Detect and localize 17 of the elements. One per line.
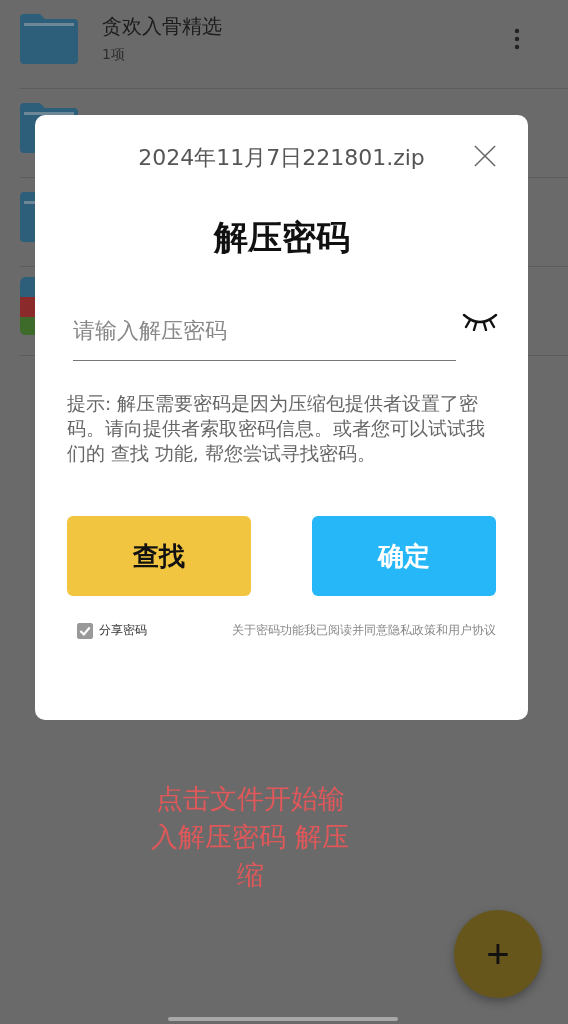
hint-text: 提示: 解压需要密码是因为压缩包提供者设置了密码。请向提供者索取密码信息。或者您可以试试我们的 查找 功能, 帮您尝试寻找密码。 (67, 392, 486, 466)
folder-name: 贪欢入骨精选 (102, 12, 223, 40)
file-name: 2024年11月7日221801.zip (138, 144, 425, 172)
folder-icon (20, 14, 78, 64)
more-icon[interactable] (514, 28, 520, 50)
closed-eye-icon[interactable] (462, 311, 498, 331)
share-label: 分享密码 (99, 622, 147, 639)
item-count: 1项 (102, 45, 126, 64)
confirm-button[interactable]: 确定 (312, 516, 496, 596)
add-button[interactable]: + (454, 910, 542, 998)
find-button[interactable]: 查找 (67, 516, 251, 596)
password-field[interactable]: 请输入解压密码 (73, 301, 456, 361)
dialog-title: 解压密码 (212, 216, 351, 259)
close-icon[interactable] (474, 145, 496, 167)
caption-text: 点击文件开始输入解压密码 解压缩 (150, 782, 350, 892)
share-checkbox[interactable] (77, 622, 93, 639)
agreement-text: 关于密码功能我已阅读并同意隐私政策和用户协议 (232, 623, 496, 638)
